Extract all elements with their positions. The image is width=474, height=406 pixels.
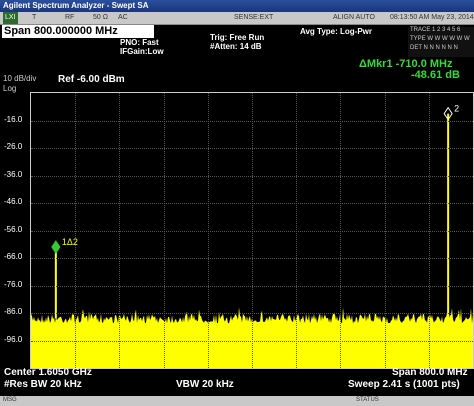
trace-row: TRACE 1 2 3 4 5 6 <box>410 27 461 33</box>
datetime-display: 08:13:50 AM May 23, 2014 <box>390 14 474 21</box>
trigger-setting: Trig: Free Run <box>210 33 265 42</box>
sweep-time[interactable]: Sweep 2.41 s (1001 pts) <box>348 379 460 390</box>
video-bandwidth[interactable]: VBW 20 kHz <box>176 379 234 390</box>
t-indicator: T <box>32 14 37 21</box>
grid-line-vertical <box>340 93 342 368</box>
grid-line-vertical <box>252 93 253 368</box>
ref-level-label: Ref -6.00 dBm <box>58 74 125 85</box>
y-tick-label: -96.0 <box>4 334 23 344</box>
impedance-indicator: 50 Ω <box>93 14 108 21</box>
grid-line-vertical <box>384 93 386 368</box>
y-tick-label: -66.0 <box>4 252 23 261</box>
status-label: STATUS <box>356 397 379 403</box>
ifgain-setting: IFGain:Low <box>120 47 164 56</box>
spectrum-analyzer-window: Agilent Spectrum Analyzer - Swept SA LXI… <box>0 0 474 406</box>
spectrum-plot[interactable]: 1Δ2 2 <box>30 92 474 369</box>
scale-type-label: Log <box>3 84 17 93</box>
marker-value-readout: -48.61 dB <box>411 69 460 81</box>
sense-indicator: SENSE:EXT <box>234 14 274 21</box>
y-tick-label: -46.0 <box>4 197 23 206</box>
active-function-span[interactable]: Span 800.000000 MHz <box>2 25 154 38</box>
status-strip: LXI T RF 50 Ω AC SENSE:EXT ALIGN AUTO 08… <box>0 12 474 25</box>
y-tick-label: -16.0 <box>4 114 23 124</box>
rf-indicator: RF <box>65 14 75 21</box>
grid-line-vertical <box>296 93 298 368</box>
pno-setting: PNO: Fast <box>120 38 159 47</box>
msg-label: MSG <box>3 397 17 403</box>
grid-line-horizontal <box>31 313 473 314</box>
align-indicator: ALIGN AUTO <box>333 14 375 21</box>
settings-panel: Span 800.000000 MHz PNO: Fast IFGain:Low… <box>0 25 474 58</box>
grid-line-horizontal <box>31 340 473 342</box>
det-row: DET N N N N N N <box>410 45 458 51</box>
y-tick-label: -26.0 <box>4 142 23 151</box>
resolution-bandwidth[interactable]: #Res BW 20 kHz <box>4 379 82 390</box>
y-tick-label: -86.0 <box>4 307 23 316</box>
marker-diamond-icon[interactable] <box>51 240 61 254</box>
y-tick-label: -76.0 <box>4 279 23 289</box>
avg-type-setting: Avg Type: Log-Pwr <box>300 27 372 36</box>
trace-indicator-panel: TRACE 1 2 3 4 5 6 TYPE W W W W W W DET N… <box>408 27 474 57</box>
scale-label: 10 dB/div <box>3 74 37 83</box>
span-readout[interactable]: Span 800.0 MHz <box>392 367 468 378</box>
title-bar: Agilent Spectrum Analyzer - Swept SA <box>0 0 474 12</box>
y-tick-label: -36.0 <box>4 169 23 179</box>
attenuation-setting: #Atten: 14 dB <box>210 42 262 51</box>
center-frequency[interactable]: Center 1.6050 GHz <box>4 367 92 378</box>
lxi-indicator: LXI <box>3 12 18 24</box>
grid-line-horizontal <box>31 258 473 259</box>
grid-line-vertical <box>428 93 430 368</box>
type-row: TYPE W W W W W W <box>410 36 470 42</box>
marker-label: 2 <box>454 104 459 114</box>
coupling-indicator: AC <box>118 14 128 21</box>
grid-line-horizontal <box>31 285 473 287</box>
y-tick-label: -56.0 <box>4 224 23 234</box>
message-bar: MSG STATUS <box>0 396 474 406</box>
window-title: Agilent Spectrum Analyzer - Swept SA <box>3 1 149 10</box>
